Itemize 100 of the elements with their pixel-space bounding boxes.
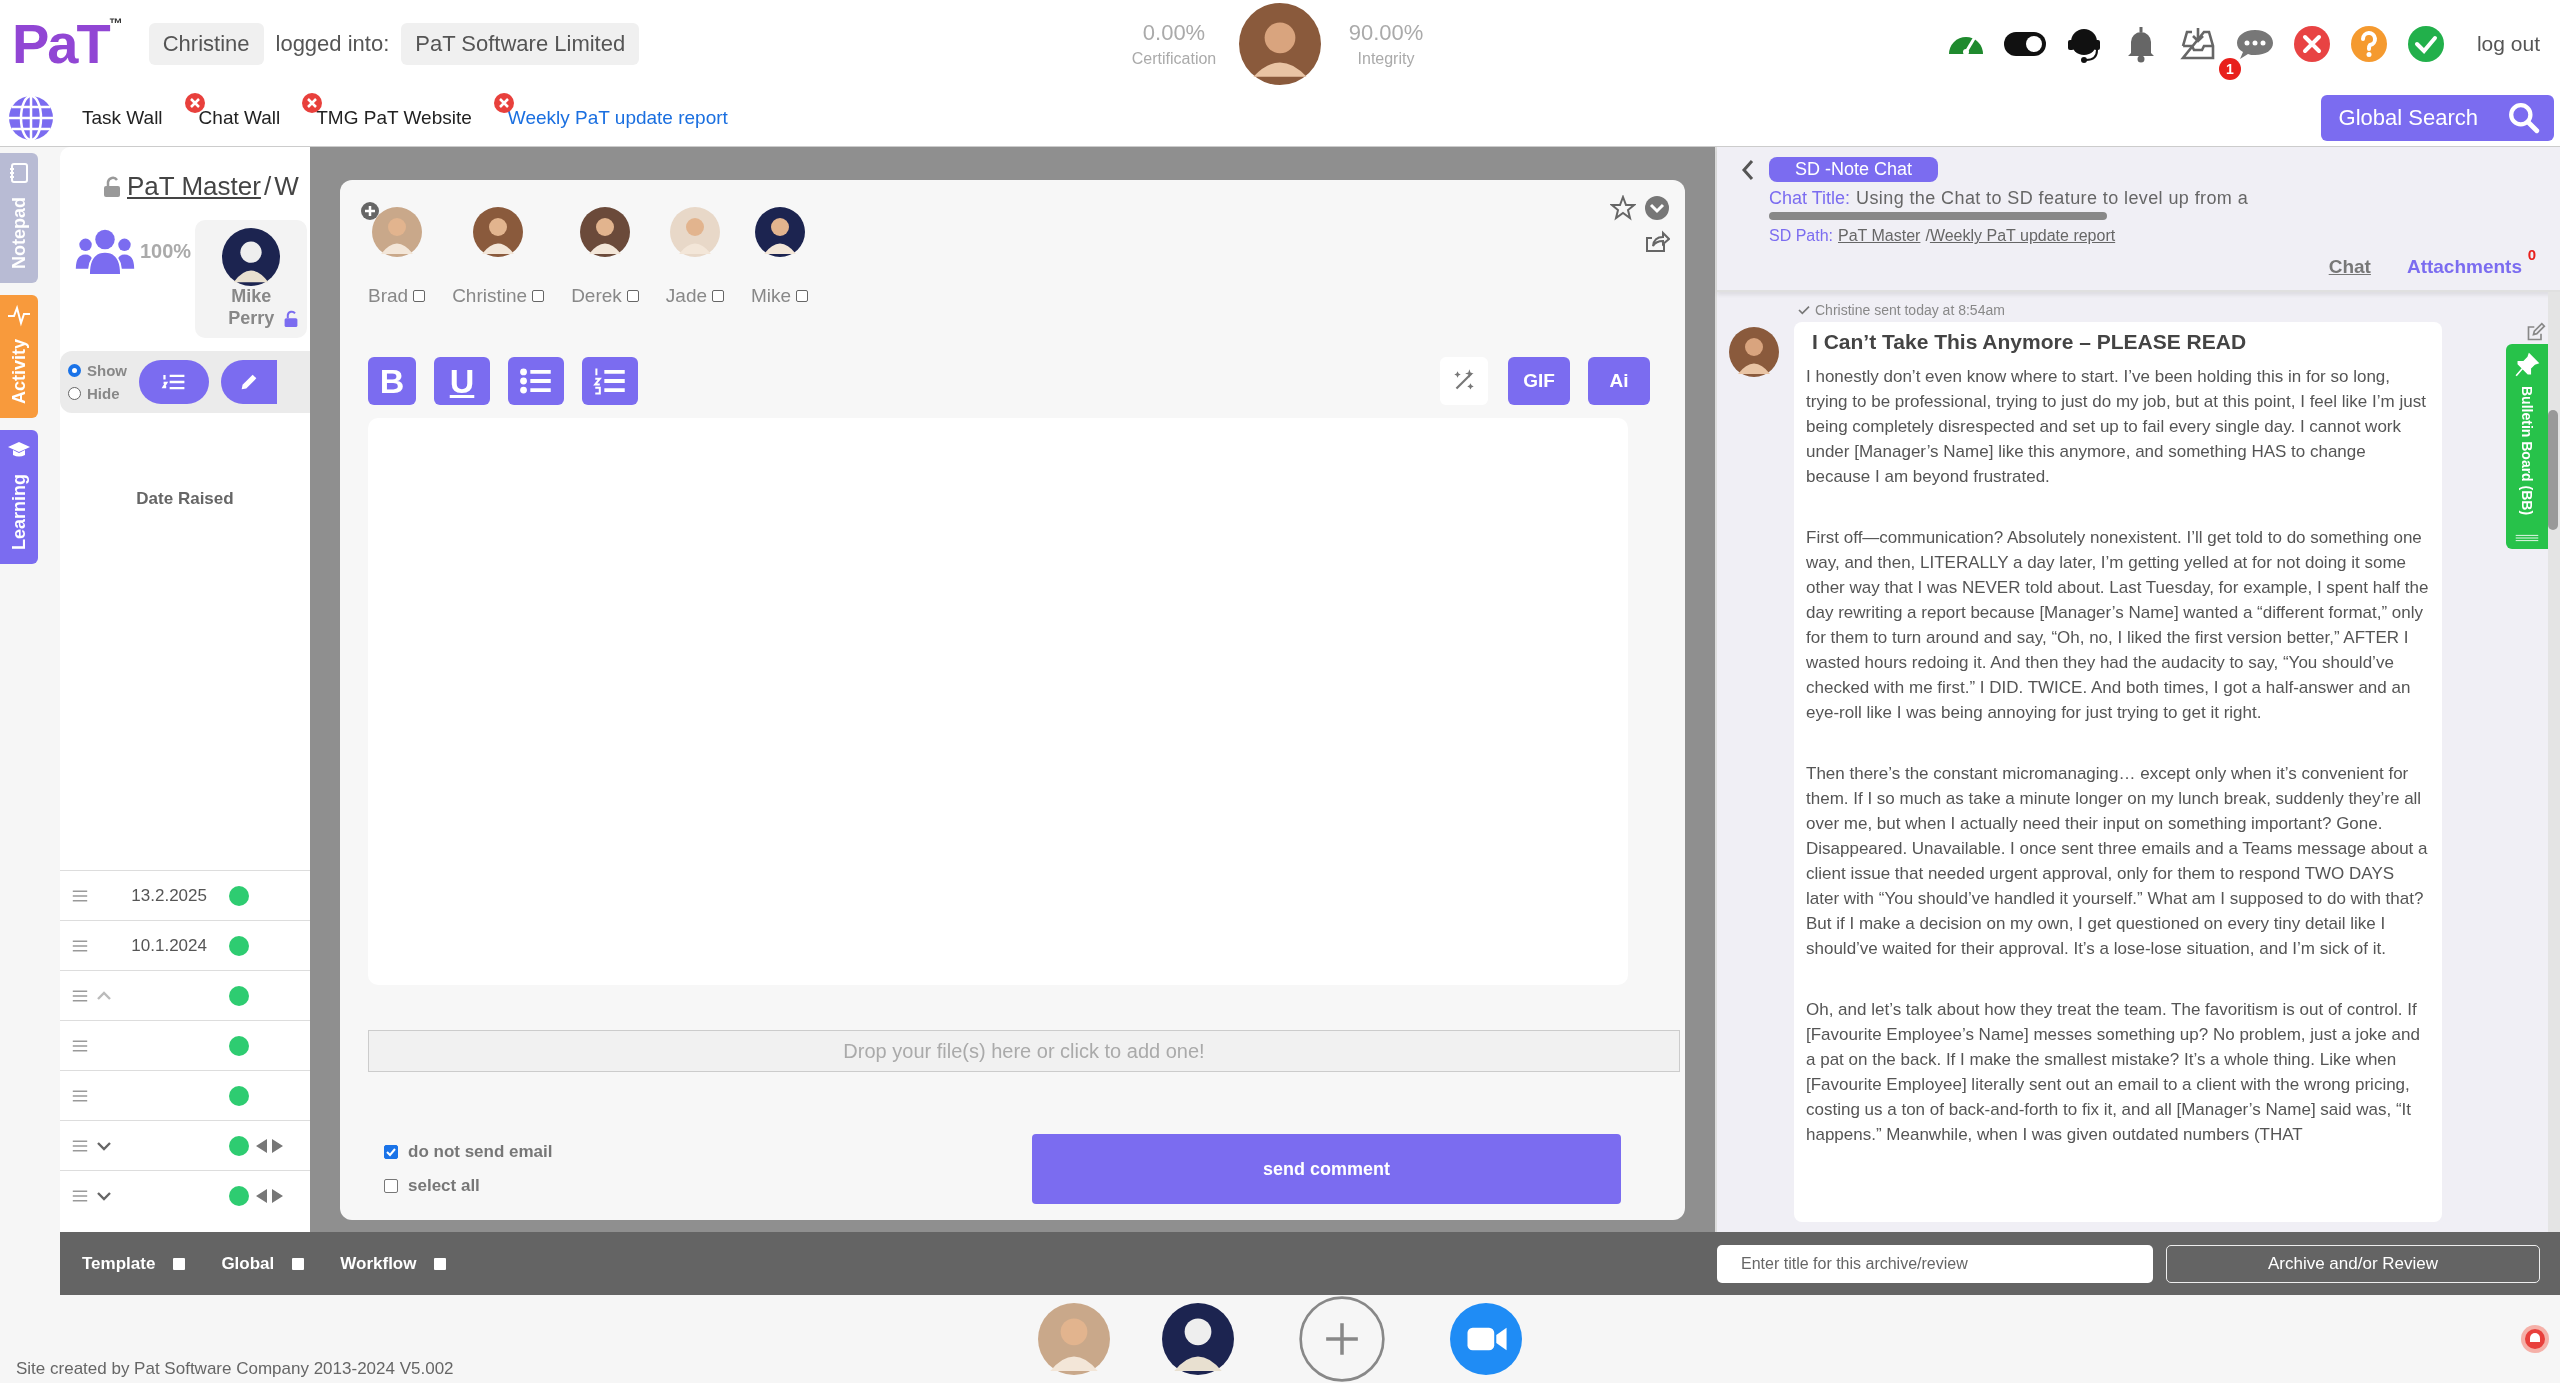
status-dot — [229, 1185, 249, 1206]
close-icon[interactable] — [2291, 24, 2332, 65]
archive-button[interactable]: Archive and/or Review — [2166, 1244, 2540, 1283]
file-dropzone[interactable]: Drop your file(s) here or click to add one! — [368, 1030, 1680, 1073]
bold-button[interactable]: B — [368, 357, 416, 406]
list-button[interactable] — [139, 360, 209, 405]
close-icon[interactable] — [184, 92, 205, 113]
message-meta: Christine sent today at 8:54am — [1815, 302, 2005, 319]
participant-name: Christine — [452, 285, 528, 308]
drag-handle-icon[interactable] — [72, 1038, 88, 1053]
magic-button[interactable] — [1440, 357, 1488, 406]
numbered-button[interactable] — [582, 357, 638, 406]
check-icon[interactable] — [2405, 24, 2446, 65]
tab[interactable]: Weekly PaT update report — [507, 106, 728, 128]
scrollbar[interactable] — [1769, 212, 2107, 221]
grip-icon — [2514, 533, 2540, 544]
arrows-icon[interactable] — [255, 1137, 285, 1154]
bullets-button[interactable] — [508, 357, 564, 406]
drag-handle-icon[interactable] — [72, 1188, 88, 1203]
edit-icon[interactable] — [2526, 322, 2546, 343]
side-tab[interactable]: Learning — [0, 430, 38, 565]
lock-icon — [102, 175, 122, 198]
checkbox[interactable] — [173, 1257, 186, 1270]
caret-icon[interactable] — [96, 1140, 112, 1151]
checkbox[interactable] — [434, 1257, 447, 1270]
status-dot — [229, 885, 249, 906]
bulletin-board-tab[interactable]: Bulletin Board (BB) — [2506, 344, 2548, 550]
checkbox[interactable] — [384, 1145, 398, 1160]
breadcrumb-link[interactable]: PaT Master — [127, 171, 261, 203]
radio-button[interactable] — [68, 364, 81, 378]
checkbox[interactable] — [413, 290, 426, 303]
close-icon[interactable] — [493, 92, 514, 113]
checkbox[interactable] — [626, 290, 639, 303]
add-icon[interactable] — [359, 201, 380, 222]
back-icon[interactable] — [1741, 157, 1755, 182]
message-paragraph: I honestly don’t even know where to start. I’ve been holding this in for so long, trying to be professional, trying to just do my job, but at this point, I feel like I’m just being completely disrespected and set up to fail every single day. I cannot work under [Manager’s Name] like this anymore, and something HAS to change because I am beyond frustrated. — [1806, 366, 2427, 489]
checkbox[interactable] — [712, 290, 724, 303]
checkbox-label: select all — [408, 1176, 480, 1197]
avatar — [669, 207, 720, 258]
caret-icon[interactable] — [96, 1190, 112, 1201]
edit-button[interactable] — [221, 360, 277, 405]
stat-label: Integrity — [1357, 50, 1415, 69]
member-card[interactable]: Mike Perry — [195, 220, 308, 338]
breadcrumb-link[interactable]: W — [274, 171, 299, 203]
footer-credit: Site created by Pat Software Company 2013-2024 V5.002 — [16, 1359, 454, 1378]
field-label: Chat Title: — [1769, 188, 1851, 210]
attachments-count: 0 — [2527, 246, 2536, 264]
group-icon[interactable] — [74, 228, 136, 275]
global-search-button[interactable]: Global Search — [2320, 94, 2554, 141]
drag-handle-icon[interactable] — [72, 988, 88, 1003]
drag-handle-icon[interactable] — [72, 1138, 88, 1153]
tool-button[interactable]: Ai — [1588, 357, 1650, 406]
chevron-down-icon[interactable] — [1644, 195, 1670, 222]
star-icon[interactable] — [1610, 195, 1636, 222]
pin-icon — [2514, 352, 2540, 379]
tab[interactable]: TMG PaT Website — [316, 106, 472, 128]
radio-button[interactable] — [68, 387, 81, 401]
tab[interactable]: Chat — [2328, 256, 2371, 278]
participant-name: Derek — [571, 285, 622, 308]
logged-into-label: logged into: — [275, 31, 390, 58]
message-title: I Can’t Take This Anymore – PLEASE READ — [1811, 330, 2248, 355]
drag-handle-icon[interactable] — [72, 1088, 88, 1103]
checkbox[interactable] — [532, 290, 545, 303]
breadcrumb-link[interactable]: PaT Master — [1838, 227, 1921, 246]
user-name: Christine — [148, 23, 264, 66]
arrows-icon[interactable] — [255, 1187, 285, 1204]
archive-title-field[interactable]: Enter title for this archive/review — [1717, 1244, 2153, 1283]
date-cell: 13.2.2025 — [131, 885, 207, 905]
logo[interactable]: PaT$^{™}$ — [12, 16, 123, 73]
close-icon[interactable] — [302, 92, 323, 113]
checkbox-label: do not send email — [408, 1142, 553, 1163]
logout-link[interactable]: log out — [2476, 32, 2540, 57]
tool-button[interactable]: GIF — [1508, 357, 1570, 406]
tab[interactable]: Task Wall — [82, 106, 163, 128]
toggle-switch[interactable] — [2002, 31, 2047, 58]
underline-button[interactable]: U — [434, 357, 490, 406]
checkbox-label: Global — [221, 1253, 275, 1274]
status-dot — [229, 935, 249, 956]
breadcrumb-link[interactable]: Weekly PaT update report — [1929, 227, 2116, 246]
checkbox[interactable] — [796, 290, 809, 303]
tab[interactable]: Attachments — [2406, 256, 2522, 278]
avatar — [1729, 327, 1779, 378]
send-button[interactable]: send comment — [1032, 1134, 1621, 1205]
search-icon — [2508, 101, 2540, 134]
tab[interactable]: Chat Wall — [198, 106, 281, 128]
add-button[interactable] — [1298, 1295, 1386, 1383]
video-call-button[interactable] — [1450, 1303, 1522, 1375]
member-name: Mike Perry — [227, 286, 276, 330]
avatar[interactable] — [1162, 1303, 1234, 1375]
company-name: PaT Software Limited — [401, 23, 640, 66]
checkbox[interactable] — [292, 1257, 305, 1270]
participant-name: Mike — [751, 285, 792, 308]
checkbox[interactable] — [384, 1179, 398, 1194]
scrollbar[interactable] — [2548, 292, 2560, 1233]
drag-handle-icon[interactable] — [72, 938, 88, 953]
radio-label: Hide — [87, 385, 120, 403]
alert-icon[interactable] — [2520, 1324, 2550, 1354]
message-paragraph: Then there’s the constant micromanaging… except only when it’s convenient for them. If I so much as take a minute longer on my lunch break, suddenly they’re all over me, but when I actually need their input on something important? Gone. Disappeared. Unavailable. I once sent three emails and a Teams message about a client issue that needed urgent approval, only for them to respond TWO DAYS later with “You should’ve handled it yourself.” What am I supposed to do with that? But if I make a decision on my own, I get questioned on every tiny detail like I should’ve waited for their approval. It’s a lose-lose situation, and I’m sick of it. — [1806, 763, 2429, 961]
drag-handle-icon[interactable] — [72, 888, 88, 903]
side-tab[interactable]: Activity — [0, 295, 38, 419]
